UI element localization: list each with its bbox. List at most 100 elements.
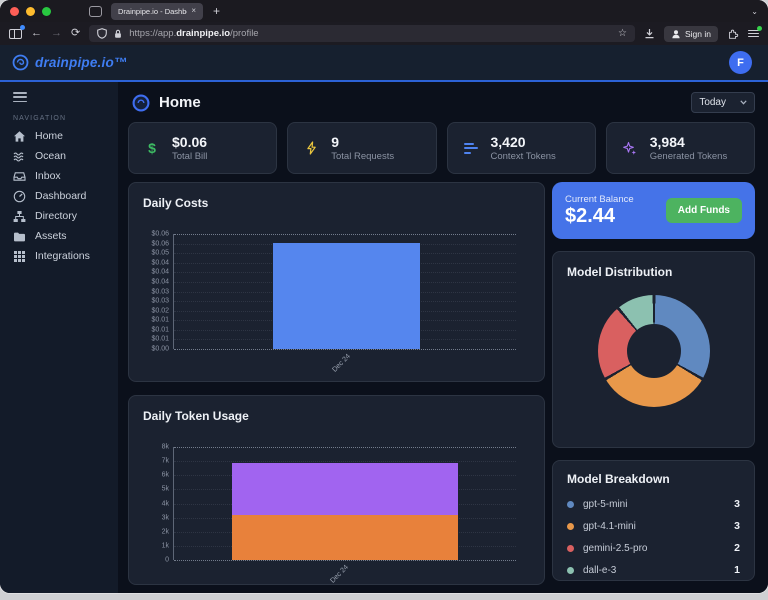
firefox-view-icon[interactable] — [89, 6, 102, 17]
stat-card-total-bill: $$0.06Total Bill — [128, 122, 277, 174]
address-bar[interactable]: https://app.drainpipe.io/profile ☆ — [89, 25, 635, 42]
new-tab-button[interactable]: + — [213, 5, 220, 17]
sidebar-collapse-icon[interactable] — [13, 92, 27, 102]
browser-toolbar: ← → ⟳ https://app.drainpipe.io/profile ☆… — [0, 22, 768, 45]
model-distribution-donut — [598, 295, 710, 407]
stat-card-context-tokens: 3,420Context Tokens — [447, 122, 596, 174]
zoom-window-button[interactable] — [42, 7, 51, 16]
y-tick-label: $0.00 — [151, 346, 169, 353]
stat-card-total-requests: 9Total Requests — [287, 122, 436, 174]
gauge-icon — [13, 190, 26, 203]
sparkles-icon — [622, 141, 638, 156]
lightning-icon — [303, 141, 319, 155]
close-tab-icon[interactable]: × — [191, 7, 196, 15]
stat-text: 3,984Generated Tokens — [650, 134, 727, 163]
window-controls[interactable] — [10, 7, 51, 16]
sidebar-item-label: Directory — [35, 210, 77, 222]
update-dot — [757, 26, 762, 31]
sidebar-toggle-icon[interactable] — [9, 29, 22, 39]
gridline — [174, 349, 516, 350]
stat-text: 9Total Requests — [331, 134, 394, 163]
chart-bar — [273, 239, 420, 349]
menu-icon[interactable] — [748, 30, 759, 38]
downloads-icon[interactable] — [644, 28, 655, 39]
sidebar-item-label: Home — [35, 130, 63, 142]
stat-card-generated-tokens: 3,984Generated Tokens — [606, 122, 755, 174]
forward-icon[interactable]: → — [51, 28, 62, 39]
sidebar-item-label: Inbox — [35, 170, 61, 182]
stat-value: 9 — [331, 134, 394, 151]
y-tick-label: 3k — [162, 514, 169, 521]
tab-bar: Drainpipe.io - Dashboard × + ⌄ — [0, 0, 768, 22]
y-tick-label: $0.01 — [151, 336, 169, 343]
y-tick-label: $0.05 — [151, 250, 169, 257]
model-breakdown-rows: gpt-5-mini3gpt-4.1-mini3gemini-2.5-pro2d… — [567, 493, 740, 581]
model-distribution-card: Model Distribution — [552, 251, 755, 448]
y-tick-label: $0.04 — [151, 269, 169, 276]
current-balance-card: Current Balance $2.44 Add Funds — [552, 182, 755, 239]
page-header: Home Today — [132, 92, 755, 113]
sidebar-item-assets[interactable]: Assets — [0, 226, 118, 246]
browser-window: Drainpipe.io - Dashboard × + ⌄ ← → ⟳ htt… — [0, 0, 768, 593]
daily-costs-chart: $0.00$0.01$0.01$0.01$0.02$0.03$0.03$0.04… — [173, 234, 516, 349]
sidebar: NAVIGATION Home Ocean Inbox Dashboard Direct… — [0, 82, 118, 593]
sidebar-item-label: Ocean — [35, 150, 66, 162]
sidebar-item-label: Dashboard — [35, 190, 86, 202]
app-logo-text[interactable]: drainpipe.io™ — [35, 55, 128, 70]
donut-hole — [627, 324, 681, 378]
y-tick-label: $0.03 — [151, 288, 169, 295]
extensions-icon[interactable] — [727, 28, 739, 40]
sign-in-button[interactable]: Sign in — [664, 26, 718, 42]
url-text: https://app.drainpipe.io/profile — [129, 28, 612, 39]
sidebar-item-dashboard[interactable]: Dashboard — [0, 186, 118, 206]
legend-dot-icon — [567, 545, 574, 552]
sidebar-item-inbox[interactable]: Inbox — [0, 166, 118, 186]
sidebar-item-home[interactable]: Home — [0, 126, 118, 146]
inbox-icon — [13, 170, 26, 183]
sidebar-nav: Home Ocean Inbox Dashboard Directory AssetsIn… — [0, 126, 118, 266]
model-count: 1 — [734, 564, 740, 576]
nav-section-label: NAVIGATION — [13, 115, 118, 122]
y-tick-label: $0.03 — [151, 298, 169, 305]
list-tabs-chevron-icon[interactable]: ⌄ — [751, 7, 758, 16]
y-tick-label: 8k — [162, 444, 169, 451]
sidebar-item-directory[interactable]: Directory — [0, 206, 118, 226]
back-icon[interactable]: ← — [31, 28, 42, 39]
model-name: gpt-4.1-mini — [583, 521, 734, 532]
chevron-down-icon — [740, 100, 747, 105]
stat-label: Total Bill — [172, 151, 207, 162]
gridline — [174, 447, 516, 448]
add-funds-button[interactable]: Add Funds — [666, 198, 742, 223]
sidebar-item-ocean[interactable]: Ocean — [0, 146, 118, 166]
y-tick-label: 6k — [162, 472, 169, 479]
reload-icon[interactable]: ⟳ — [71, 28, 80, 39]
model-breakdown-title: Model Breakdown — [567, 472, 740, 486]
stat-label: Total Requests — [331, 151, 394, 162]
minimize-window-button[interactable] — [26, 7, 35, 16]
grid-icon — [13, 250, 26, 263]
balance-value: $2.44 — [565, 205, 634, 228]
date-range-select[interactable]: Today — [691, 92, 755, 113]
daily-token-usage-card: Daily Token Usage 01k2k3k4k5k6k7k8kDec 2… — [128, 395, 545, 585]
page-title: Home — [159, 94, 201, 111]
app-header: drainpipe.io™ F — [0, 45, 768, 82]
daily-costs-card: Daily Costs $0.00$0.01$0.01$0.01$0.02$0.… — [128, 182, 545, 382]
model-breakdown-row: gpt-4.1-mini3 — [567, 515, 740, 537]
lock-icon[interactable] — [113, 29, 123, 39]
avatar[interactable]: F — [729, 51, 752, 74]
close-window-button[interactable] — [10, 7, 19, 16]
stat-text: 3,420Context Tokens — [491, 134, 556, 163]
y-tick-label: $0.04 — [151, 278, 169, 285]
model-name: gpt-5-mini — [583, 499, 734, 510]
y-tick-label: 1k — [162, 542, 169, 549]
page-logo-icon — [132, 94, 150, 112]
main-content: Home Today $$0.06Total Bill 9Total Reques… — [118, 82, 768, 593]
sidebar-item-integrations[interactable]: Integrations — [0, 246, 118, 266]
daily-token-usage-title: Daily Token Usage — [143, 409, 530, 423]
x-tick-label: Dec 24 — [329, 564, 350, 585]
shield-icon[interactable] — [97, 28, 107, 39]
folder-icon — [13, 230, 26, 243]
tab-drainpipe[interactable]: Drainpipe.io - Dashboard × — [111, 3, 203, 20]
waves-icon — [13, 150, 26, 163]
bookmark-star-icon[interactable]: ☆ — [618, 28, 627, 39]
